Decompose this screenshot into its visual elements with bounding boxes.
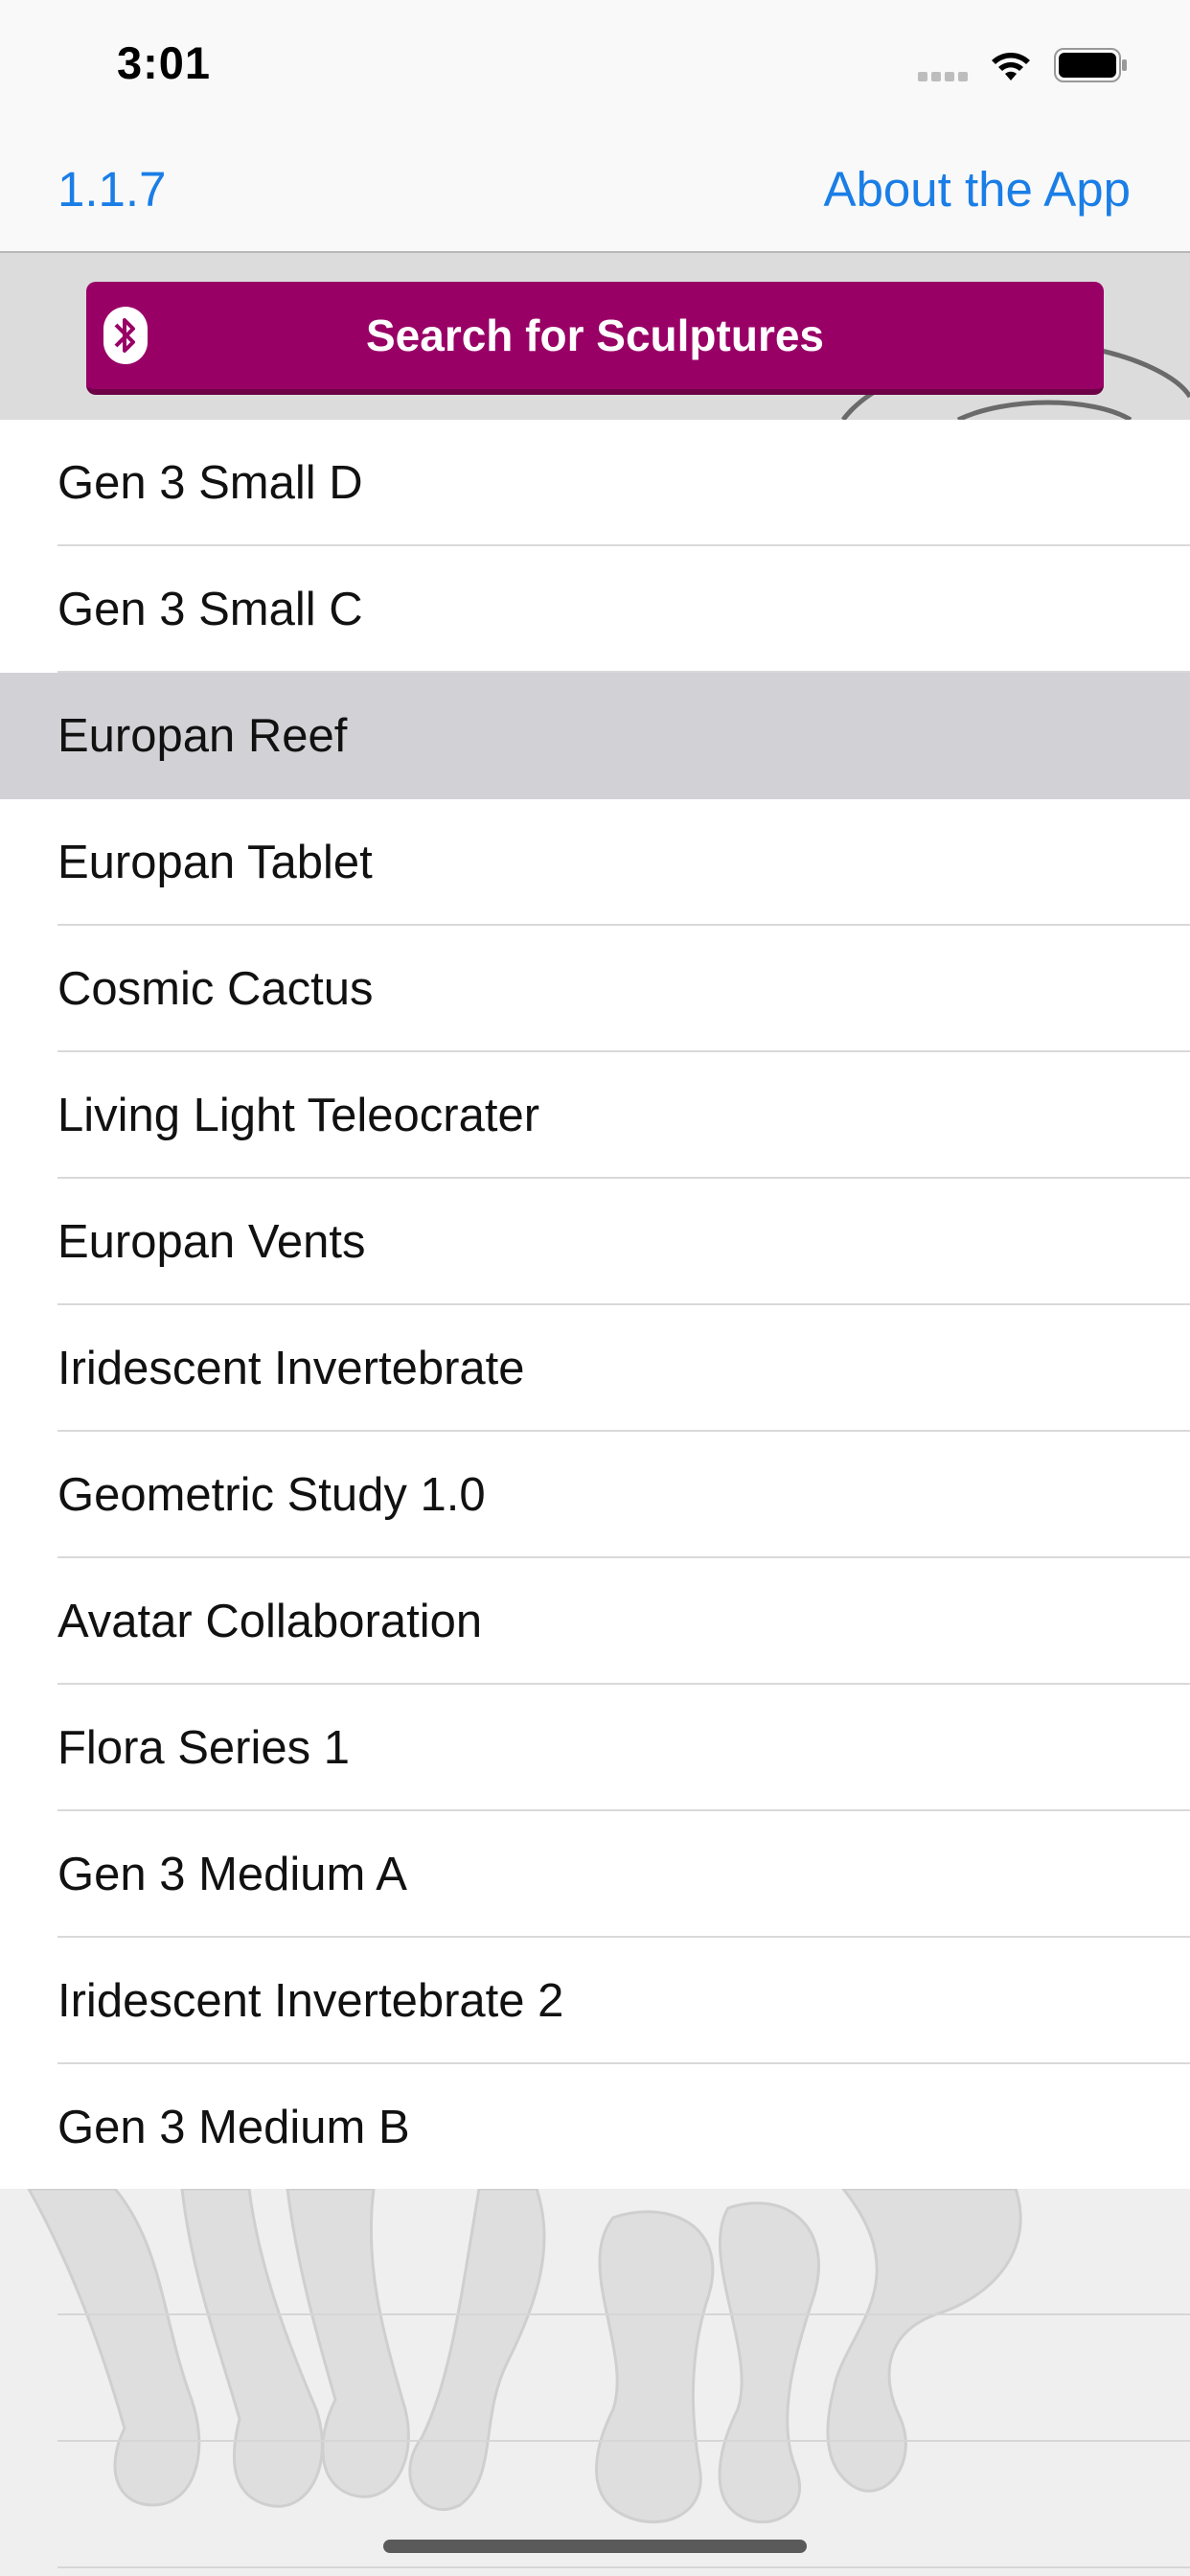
sculpture-list: Gen 3 Small D Gen 3 Small C Europan Reef… <box>0 420 1190 2191</box>
list-item-label: Europan Vents <box>57 1216 366 1268</box>
search-button-label: Search for Sculptures <box>365 310 825 360</box>
list-item-label: Cosmic Cactus <box>57 963 374 1015</box>
list-item-label: Flora Series 1 <box>57 1722 351 1774</box>
list-item-label: Iridescent Invertebrate 2 <box>57 1975 564 2027</box>
signal-icon <box>918 69 972 81</box>
list-item-selected[interactable]: Europan Reef <box>0 673 1190 799</box>
home-indicator[interactable] <box>383 2540 807 2553</box>
list-item[interactable]: Avatar Collaboration <box>0 1558 1190 1685</box>
separator <box>57 2440 1190 2442</box>
list-item[interactable]: Gen 3 Medium A <box>0 1811 1190 1938</box>
separator <box>57 2566 1190 2568</box>
list-item-label: Europan Tablet <box>57 837 373 888</box>
list-item-label: Europan Reef <box>57 710 348 762</box>
status-bar: 3:01 <box>0 0 1190 126</box>
list-item[interactable]: Iridescent Invertebrate 2 <box>0 1938 1190 2064</box>
list-item-label: Living Light Teleocrater <box>57 1090 540 1141</box>
header-band: Search for Sculptures <box>0 253 1190 420</box>
list-item[interactable]: Gen 3 Small C <box>0 546 1190 673</box>
bluetooth-icon <box>103 307 148 364</box>
list-item-label: Avatar Collaboration <box>57 1596 483 1647</box>
search-for-sculptures-button[interactable]: Search for Sculptures <box>86 282 1104 395</box>
list-item[interactable]: Iridescent Invertebrate <box>0 1305 1190 1432</box>
status-time: 3:01 <box>117 37 212 88</box>
list-item[interactable]: Gen 3 Medium B <box>0 2064 1190 2191</box>
separator <box>57 2313 1190 2315</box>
footer-background <box>0 2189 1190 2576</box>
version-button[interactable]: 1.1.7 <box>57 161 166 218</box>
list-item-label: Geometric Study 1.0 <box>57 1469 486 1521</box>
list-item[interactable]: Geometric Study 1.0 <box>0 1432 1190 1558</box>
list-item-label: Iridescent Invertebrate <box>57 1343 525 1394</box>
list-item[interactable]: Flora Series 1 <box>0 1685 1190 1811</box>
list-item[interactable]: Living Light Teleocrater <box>0 1052 1190 1179</box>
battery-icon <box>1054 48 1127 82</box>
list-item[interactable]: Europan Tablet <box>0 799 1190 926</box>
about-the-app-button[interactable]: About the App <box>824 161 1131 218</box>
navigation-bar: 1.1.7 About the App <box>0 126 1190 253</box>
list-item-label: Gen 3 Medium B <box>57 2102 410 2153</box>
sculpture-background-illustration <box>27 2189 1022 2524</box>
list-item[interactable]: Europan Vents <box>0 1179 1190 1305</box>
list-item[interactable]: Cosmic Cactus <box>0 926 1190 1052</box>
list-item[interactable]: Gen 3 Small D <box>0 420 1190 546</box>
list-item-label: Gen 3 Small D <box>57 457 363 509</box>
list-item-label: Gen 3 Small C <box>57 584 363 635</box>
wifi-icon <box>992 53 1030 80</box>
list-item-label: Gen 3 Medium A <box>57 1849 407 1900</box>
